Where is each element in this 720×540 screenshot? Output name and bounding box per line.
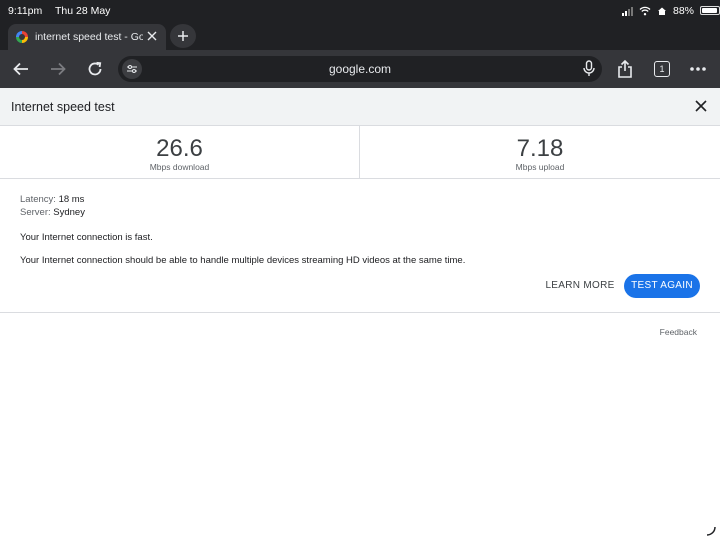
battery-percent: 88% xyxy=(672,5,694,17)
cellular-signal-icon xyxy=(621,6,633,16)
back-arrow-icon xyxy=(13,62,28,76)
download-result: 26.6 Mbps download xyxy=(0,126,360,178)
close-icon[interactable] xyxy=(694,99,708,113)
home-lock-icon xyxy=(657,7,666,15)
url-text[interactable]: google.com xyxy=(118,62,602,76)
speed-results: 26.6 Mbps download 7.18 Mbps upload xyxy=(0,126,720,179)
tab-close-icon[interactable] xyxy=(146,30,158,42)
upload-unit: Mbps upload xyxy=(515,162,565,172)
tab-title: internet speed test - Google Search xyxy=(35,31,143,43)
omnibox[interactable]: google.com xyxy=(118,56,602,82)
status-left: 9:11pm Thu 28 May xyxy=(8,5,120,17)
battery-icon xyxy=(700,6,720,15)
latency-value: 18 ms xyxy=(58,194,85,205)
browser-toolbar: google.com 1 xyxy=(0,50,720,88)
download-unit: Mbps download xyxy=(149,162,210,172)
share-button[interactable] xyxy=(613,57,637,81)
forward-button[interactable] xyxy=(46,57,70,81)
mic-icon[interactable] xyxy=(582,60,596,78)
status-date: Thu 28 May xyxy=(54,5,111,17)
upload-result: 7.18 Mbps upload xyxy=(360,126,720,178)
more-options-icon xyxy=(690,67,706,71)
page-title: Internet speed test xyxy=(11,100,115,114)
tab-switcher-button[interactable]: 1 xyxy=(650,57,674,81)
upload-value: 7.18 xyxy=(516,135,564,162)
learn-more-button[interactable]: LEARN MORE xyxy=(542,276,618,296)
status-bar: 9:11pm Thu 28 May 88% xyxy=(0,0,720,22)
server-value: Sydney xyxy=(53,207,85,218)
latency-label: Latency: xyxy=(20,194,56,205)
google-favicon-icon xyxy=(16,31,28,43)
connection-detail: Your Internet connection should be able … xyxy=(20,255,466,266)
divider xyxy=(0,312,720,313)
reload-icon xyxy=(88,61,102,76)
browser-tab[interactable]: internet speed test - Google Search xyxy=(8,24,166,50)
server-label: Server: xyxy=(20,207,51,218)
server-row: Server: Sydney xyxy=(20,206,700,219)
reload-button[interactable] xyxy=(83,57,107,81)
plus-icon xyxy=(178,31,188,41)
feedback-link[interactable]: Feedback xyxy=(660,327,697,337)
resize-handle-icon xyxy=(706,526,716,536)
latency-row: Latency: 18 ms xyxy=(20,193,700,206)
forward-arrow-icon xyxy=(51,62,66,76)
new-tab-button[interactable] xyxy=(170,24,196,48)
tab-switcher-icon: 1 xyxy=(654,61,670,77)
download-value: 26.6 xyxy=(156,135,203,162)
back-button[interactable] xyxy=(9,57,33,81)
speed-test-header: Internet speed test xyxy=(0,88,720,126)
share-icon xyxy=(618,59,632,78)
more-options-button[interactable] xyxy=(686,57,710,81)
wifi-icon xyxy=(639,6,651,16)
status-time: 9:11pm xyxy=(8,5,43,17)
test-details: Latency: 18 ms Server: Sydney Your Inter… xyxy=(20,193,700,267)
connection-summary: Your Internet connection is fast. xyxy=(20,232,153,243)
status-right: 88% xyxy=(621,5,694,17)
test-again-button[interactable]: TEST AGAIN xyxy=(624,274,700,298)
tab-strip: internet speed test - Google Search xyxy=(0,22,720,50)
